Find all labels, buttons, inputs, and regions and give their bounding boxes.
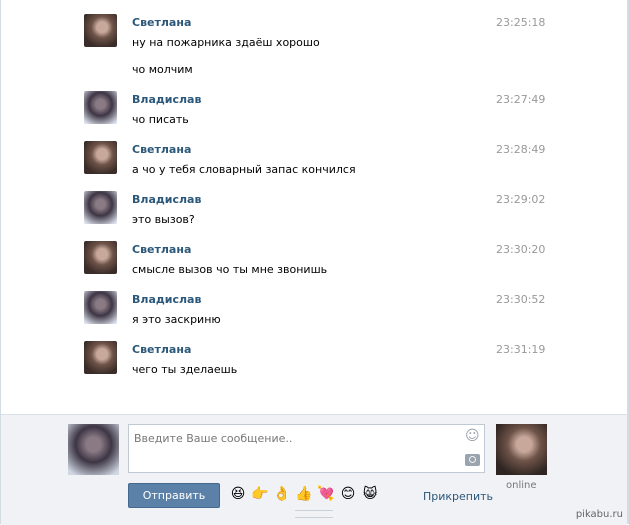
- message-time: 23:25:18: [496, 16, 546, 29]
- message-item: Владислав 23:29:02 это вызов?: [84, 191, 546, 231]
- partner-status: online: [506, 480, 537, 491]
- message-item: Светлана 23:28:49 а чо у тебя словарный …: [84, 141, 546, 181]
- message-author[interactable]: Владислав: [132, 293, 201, 306]
- message-author[interactable]: Светлана: [132, 143, 191, 156]
- message-text: чо писать: [132, 113, 189, 126]
- vladislav-avatar[interactable]: [84, 291, 117, 324]
- message-author[interactable]: Светлана: [132, 243, 191, 256]
- message-input[interactable]: Введите Ваше сообщение.. ☺: [128, 424, 485, 473]
- svetlana-avatar[interactable]: [84, 241, 117, 274]
- message-text: это вызов?: [132, 213, 195, 226]
- message-text: чего ты зделаешь: [132, 363, 238, 376]
- message-author[interactable]: Владислав: [132, 93, 201, 106]
- pointing-hand-emoji-icon[interactable]: 👉: [251, 485, 269, 503]
- message-time: 23:27:49: [496, 93, 546, 106]
- message-text: ну на пожарника здаёш хорошо: [132, 36, 320, 49]
- message-time: 23:29:02: [496, 193, 546, 206]
- attach-link[interactable]: Прикрепить: [423, 490, 493, 503]
- my-avatar[interactable]: [68, 424, 119, 475]
- message-author[interactable]: Владислав: [132, 193, 201, 206]
- partner-avatar[interactable]: [496, 424, 547, 475]
- message-author[interactable]: Светлана: [132, 16, 191, 29]
- emoji-bar: 😆 👉 👌 👍 💘 😊 😸: [229, 485, 379, 503]
- message-input-placeholder: Введите Ваше сообщение..: [134, 432, 293, 445]
- camera-icon[interactable]: [465, 454, 480, 466]
- message-text: смысле вызов чо ты мне звонишь: [132, 263, 328, 276]
- composer-panel: Введите Ваше сообщение.. ☺ online Отправ…: [1, 414, 627, 525]
- message-time: 23:28:49: [496, 143, 546, 156]
- resize-handle[interactable]: [295, 510, 333, 518]
- message-text: я это заскриню: [132, 313, 221, 326]
- message-author[interactable]: Светлана: [132, 343, 191, 356]
- message-item: Владислав 23:30:52 я это заскриню: [84, 291, 546, 331]
- message-item: Светлана 23:31:19 чего ты зделаешь: [84, 341, 546, 381]
- svetlana-avatar[interactable]: [84, 141, 117, 174]
- message-text: а чо у тебя словарный запас кончился: [132, 163, 356, 176]
- smiling-emoji-icon[interactable]: 😊: [339, 485, 357, 503]
- laughing-emoji-icon[interactable]: 😆: [229, 485, 247, 503]
- vladislav-avatar[interactable]: [84, 191, 117, 224]
- message-time: 23:31:19: [496, 343, 546, 356]
- message-history[interactable]: Светлана 23:25:18 ну на пожарника здаёш …: [0, 0, 629, 414]
- message-text: чо молчим: [132, 63, 193, 76]
- svetlana-avatar[interactable]: [84, 341, 117, 374]
- heart-arrow-emoji-icon[interactable]: 💘: [317, 485, 335, 503]
- message-time: 23:30:20: [496, 243, 546, 256]
- message-item: Светлана 23:25:18 ну на пожарника здаёш …: [84, 14, 546, 84]
- thumbs-up-emoji-icon[interactable]: 👍: [295, 485, 313, 503]
- svetlana-avatar[interactable]: [84, 14, 117, 47]
- vladislav-avatar[interactable]: [84, 91, 117, 124]
- ok-hand-emoji-icon[interactable]: 👌: [273, 485, 291, 503]
- send-button[interactable]: Отправить: [128, 483, 220, 508]
- watermark: pikabu.ru: [575, 509, 623, 520]
- message-time: 23:30:52: [496, 293, 546, 306]
- message-item: Владислав 23:27:49 чо писать: [84, 91, 546, 131]
- smiley-icon[interactable]: ☺: [465, 429, 480, 443]
- cat-emoji-icon[interactable]: 😸: [361, 485, 379, 503]
- message-item: Светлана 23:30:20 смысле вызов чо ты мне…: [84, 241, 546, 281]
